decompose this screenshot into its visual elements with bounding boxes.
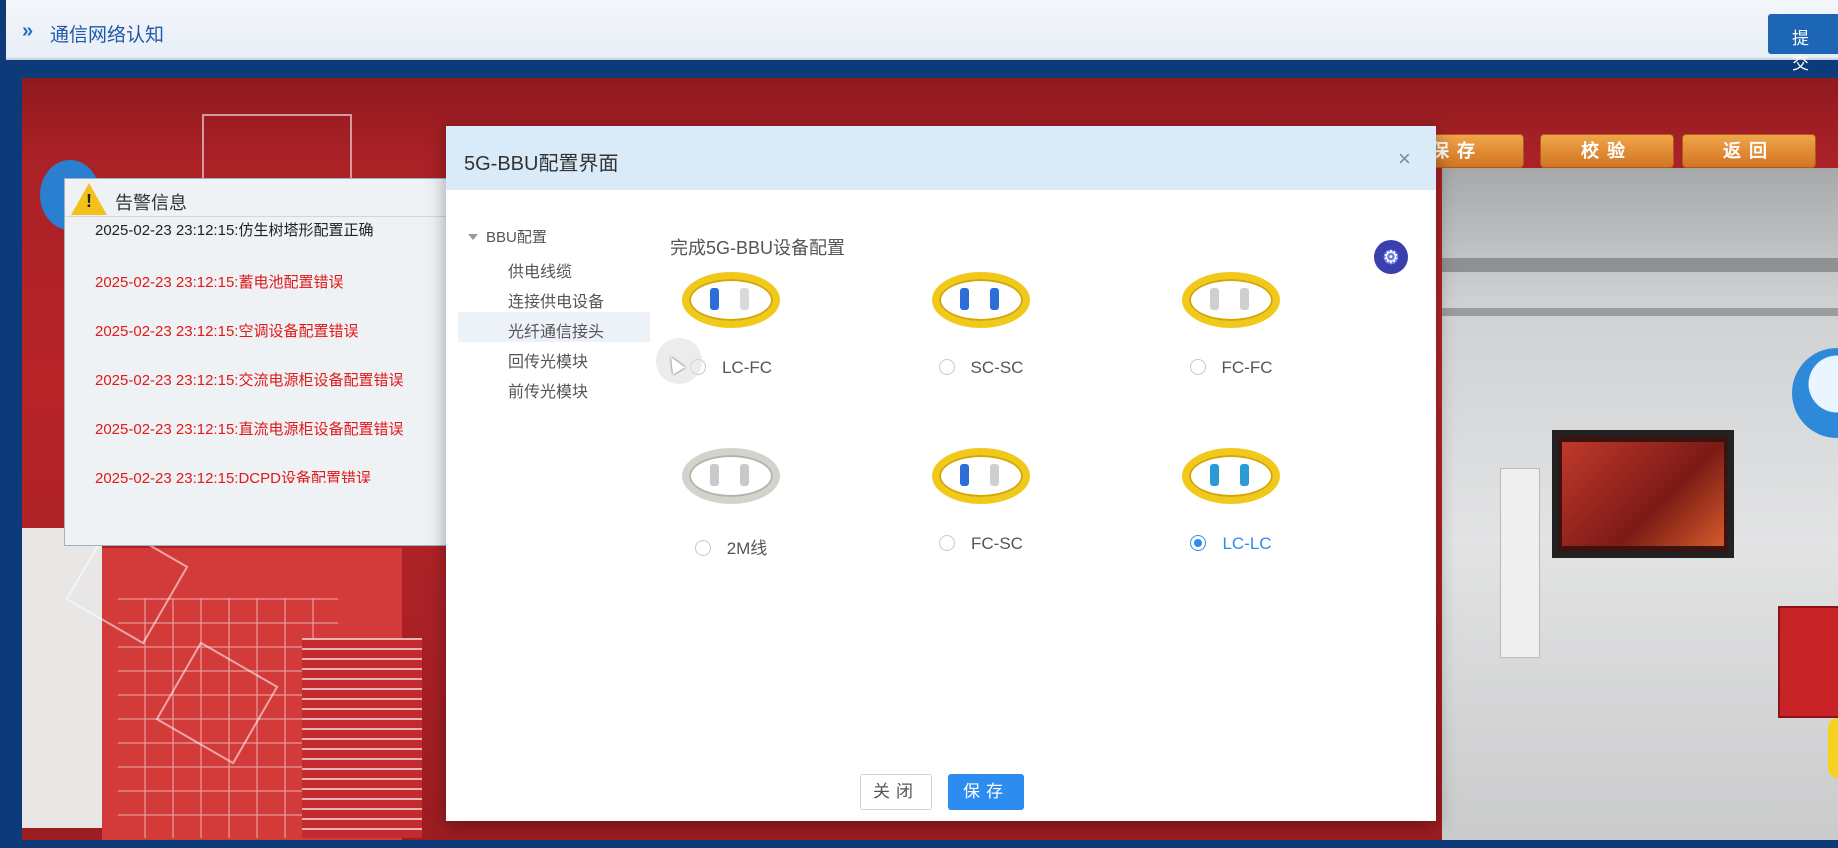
- option-label: LC-LC: [1222, 534, 1272, 553]
- modal-save-button[interactable]: 保存: [948, 774, 1024, 810]
- double-chevron-icon: »: [22, 20, 34, 42]
- radio-button[interactable]: [939, 535, 956, 551]
- alarm-panel: ! 告警信息 2025-02-23 23:12:15:仿生树塔形配置正确 202…: [64, 178, 454, 546]
- option-sc-sc[interactable]: SC-SC: [906, 254, 1056, 424]
- page-title: 通信网络认知: [50, 25, 165, 46]
- submit-button[interactable]: 提 交: [1768, 14, 1838, 73]
- option-label: LC-FC: [721, 358, 773, 377]
- alarm-header: ! 告警信息: [65, 179, 453, 217]
- radio-button[interactable]: [938, 359, 955, 375]
- fiber-cable-image: [676, 254, 786, 344]
- tree-root[interactable]: BBU配置: [458, 226, 650, 252]
- help-badge-icon[interactable]: [1828, 718, 1838, 778]
- tree-root-label: BBU配置: [486, 229, 547, 246]
- caret-down-icon[interactable]: [468, 234, 478, 240]
- alarm-entry: 2025-02-23 23:12:15:交流电源柜设备配置错误: [95, 372, 404, 389]
- scene-fire-extinguisher-box[interactable]: [1778, 606, 1838, 718]
- tree-item-backhaul-module[interactable]: 回传光模块: [458, 342, 650, 372]
- option-fc-fc[interactable]: FC-FC: [1156, 254, 1306, 424]
- scene-cable-rail: [1442, 308, 1838, 316]
- alarm-entry: 2025-02-23 23:12:15:蓄电池配置错误: [95, 274, 344, 291]
- option-label: FC-FC: [1221, 358, 1273, 377]
- radio-button[interactable]: [1190, 535, 1207, 551]
- top-header: » 通信网络认知: [6, 0, 1838, 60]
- alarm-entry: 2025-02-23 23:12:15:空调设备配置错误: [95, 323, 359, 340]
- close-icon[interactable]: ×: [1398, 148, 1411, 170]
- config-tree: BBU配置 供电线缆 连接供电设备 光纤通信接头 回传光模块 前传光模块: [458, 226, 650, 402]
- option-2m-cable[interactable]: 2M线: [656, 430, 806, 600]
- tree-item-power-cable[interactable]: 供电线缆: [458, 252, 650, 282]
- scene-check-button[interactable]: 校验: [1540, 134, 1674, 168]
- alarm-entry: 2025-02-23 23:12:15:直流电源柜设备配置错误: [95, 421, 404, 438]
- tree-item-fiber-connector[interactable]: 光纤通信接头: [458, 312, 650, 342]
- option-fc-sc[interactable]: FC-SC: [906, 430, 1056, 600]
- tree-item-power-device[interactable]: 连接供电设备: [458, 282, 650, 312]
- scene-cable-rail: [1442, 258, 1838, 272]
- mouse-cursor-icon: [656, 338, 702, 384]
- modal-title: 5G-BBU配置界面: [464, 153, 619, 175]
- option-label: 2M线: [726, 539, 768, 558]
- alarm-entry: 2025-02-23 23:12:15:DCPD设备配置错误: [95, 470, 371, 483]
- alarm-entry: 2025-02-23 23:12:15:仿生树塔形配置正确: [95, 222, 374, 239]
- fiber-cable-image: [1176, 254, 1286, 344]
- scene-display-screen: [1552, 430, 1734, 558]
- settings-gear-icon[interactable]: ⚙: [1374, 240, 1408, 274]
- alarm-list: 2025-02-23 23:12:15:仿生树塔形配置正确 2025-02-23…: [65, 217, 453, 483]
- alarm-title: 告警信息: [115, 193, 187, 213]
- radio-button[interactable]: [694, 540, 711, 556]
- tree-item-fronthaul-module[interactable]: 前传光模块: [458, 372, 650, 402]
- fiber-cable-image: [1176, 430, 1286, 520]
- scene-cabinet[interactable]: [1500, 468, 1540, 658]
- warning-icon: !: [71, 183, 107, 215]
- radio-button[interactable]: [1189, 359, 1206, 375]
- option-lc-lc[interactable]: LC-LC: [1156, 430, 1306, 600]
- option-label: FC-SC: [971, 534, 1023, 553]
- modal-header: 5G-BBU配置界面 ×: [446, 126, 1436, 190]
- scene-back-button[interactable]: 返回: [1682, 134, 1816, 168]
- fiber-cable-image: [676, 430, 786, 520]
- scene-stripes: [302, 638, 422, 838]
- fiber-cable-image: [926, 254, 1036, 344]
- option-label: SC-SC: [970, 358, 1024, 377]
- bbu-config-modal: 5G-BBU配置界面 × BBU配置 供电线缆 连接供电设备 光纤通信接头 回传…: [446, 126, 1436, 821]
- fiber-cable-image: [926, 430, 1036, 520]
- modal-close-button[interactable]: 关闭: [860, 774, 932, 810]
